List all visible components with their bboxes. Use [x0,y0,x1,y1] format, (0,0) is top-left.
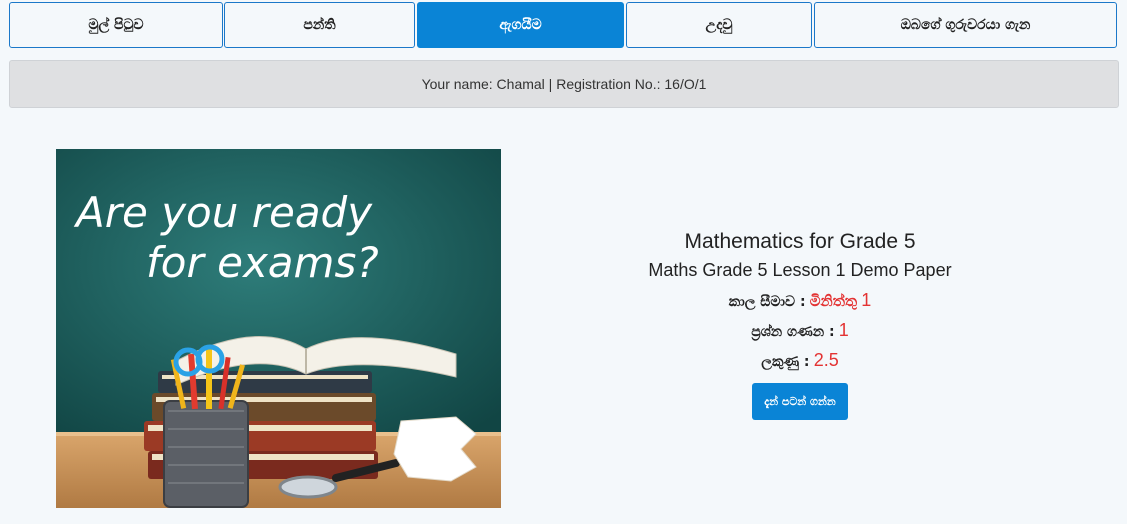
question-count-row: ප්‍රශ්න ගණන : 1 [600,319,1000,341]
marks-row: ලකුණු : 2.5 [600,349,1000,371]
time-limit-label: කාල සීමාව : [728,294,806,310]
time-limit-row: කාල සීමාව : මිනිත්තු 1 [600,289,1000,311]
start-now-button[interactable]: දැන් පටන් ගන්න [752,383,848,420]
paper-title: Maths Grade 5 Lesson 1 Demo Paper [648,260,952,280]
exam-details: Mathematics for Grade 5 Maths Grade 5 Le… [600,230,1000,420]
tab-classes[interactable]: පන්ති [224,2,415,48]
hero-image: Are you ready for exams? [56,149,501,508]
tab-help[interactable]: උදවු [626,2,812,48]
hero-headline-line1: Are you ready [73,188,373,237]
question-count-label: ප්‍රශ්න ගණන : [751,324,835,340]
marks-label: ලකුණු : [761,354,810,370]
user-info-bar: Your name: Chamal | Registration No.: 16… [9,60,1119,108]
question-count-value: 1 [838,320,849,340]
time-limit-value: 1 [861,290,872,310]
marks-value: 2.5 [813,350,839,370]
course-title: Mathematics for Grade 5 [684,230,916,253]
tab-home[interactable]: මුල් පිටුව [9,2,223,48]
hero-headline-line2: for exams? [146,238,379,287]
tab-assessment[interactable]: ඇගයීම [417,2,624,48]
user-info-text: Your name: Chamal | Registration No.: 16… [421,76,707,92]
time-limit-unit: මිනිත්තු [809,292,858,310]
tab-about-teacher[interactable]: ඔබගේ ගුරුවරයා ගැන [814,2,1117,48]
